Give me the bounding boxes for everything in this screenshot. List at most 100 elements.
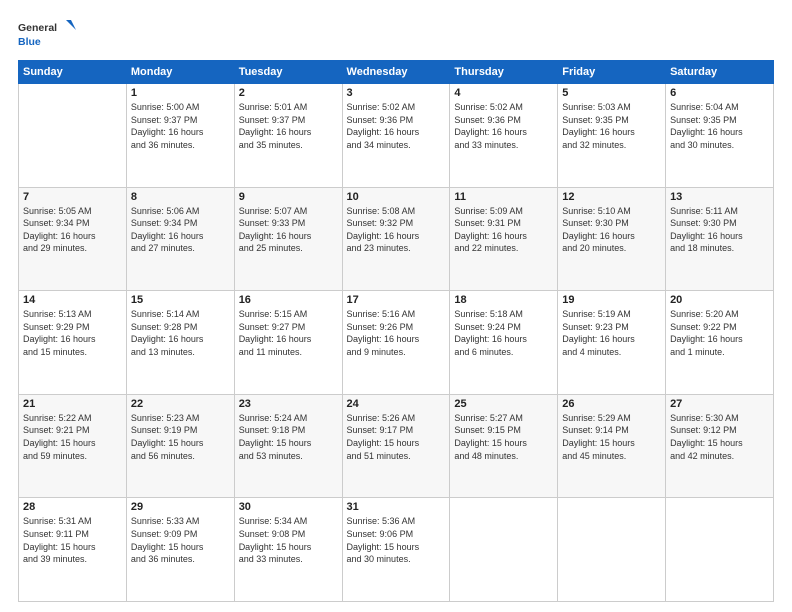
calendar-cell: 11 Sunrise: 5:09 AM Sunset: 9:31 PM Dayli… (450, 187, 558, 291)
calendar-cell: 28 Sunrise: 5:31 AM Sunset: 9:11 PM Dayli… (19, 498, 127, 602)
weekday-header: Wednesday (342, 61, 450, 84)
calendar-week-row: 28 Sunrise: 5:31 AM Sunset: 9:11 PM Dayli… (19, 498, 774, 602)
day-info: Sunrise: 5:24 AM Sunset: 9:18 PM Dayligh… (239, 412, 338, 462)
day-info: Sunrise: 5:06 AM Sunset: 9:34 PM Dayligh… (131, 205, 230, 255)
day-info: Sunrise: 5:30 AM Sunset: 9:12 PM Dayligh… (670, 412, 769, 462)
calendar-week-row: 1 Sunrise: 5:00 AM Sunset: 9:37 PM Daylig… (19, 84, 774, 188)
weekday-header: Sunday (19, 61, 127, 84)
calendar-cell: 22 Sunrise: 5:23 AM Sunset: 9:19 PM Dayli… (126, 394, 234, 498)
calendar-cell (558, 498, 666, 602)
day-number: 2 (239, 87, 338, 99)
day-number: 15 (131, 294, 230, 306)
calendar-cell: 26 Sunrise: 5:29 AM Sunset: 9:14 PM Dayli… (558, 394, 666, 498)
day-info: Sunrise: 5:33 AM Sunset: 9:09 PM Dayligh… (131, 515, 230, 565)
day-info: Sunrise: 5:29 AM Sunset: 9:14 PM Dayligh… (562, 412, 661, 462)
calendar-cell: 9 Sunrise: 5:07 AM Sunset: 9:33 PM Daylig… (234, 187, 342, 291)
day-info: Sunrise: 5:19 AM Sunset: 9:23 PM Dayligh… (562, 308, 661, 358)
logo-svg: General Blue (18, 18, 78, 50)
day-info: Sunrise: 5:11 AM Sunset: 9:30 PM Dayligh… (670, 205, 769, 255)
day-info: Sunrise: 5:08 AM Sunset: 9:32 PM Dayligh… (347, 205, 446, 255)
day-number: 17 (347, 294, 446, 306)
weekday-header-row: SundayMondayTuesdayWednesdayThursdayFrid… (19, 61, 774, 84)
day-info: Sunrise: 5:07 AM Sunset: 9:33 PM Dayligh… (239, 205, 338, 255)
calendar-cell: 7 Sunrise: 5:05 AM Sunset: 9:34 PM Daylig… (19, 187, 127, 291)
calendar-week-row: 14 Sunrise: 5:13 AM Sunset: 9:29 PM Dayli… (19, 291, 774, 395)
day-info: Sunrise: 5:22 AM Sunset: 9:21 PM Dayligh… (23, 412, 122, 462)
day-number: 13 (670, 191, 769, 203)
calendar-cell (666, 498, 774, 602)
calendar-cell: 8 Sunrise: 5:06 AM Sunset: 9:34 PM Daylig… (126, 187, 234, 291)
calendar-cell: 31 Sunrise: 5:36 AM Sunset: 9:06 PM Dayli… (342, 498, 450, 602)
day-info: Sunrise: 5:13 AM Sunset: 9:29 PM Dayligh… (23, 308, 122, 358)
calendar-cell: 13 Sunrise: 5:11 AM Sunset: 9:30 PM Dayli… (666, 187, 774, 291)
day-info: Sunrise: 5:14 AM Sunset: 9:28 PM Dayligh… (131, 308, 230, 358)
calendar-cell: 29 Sunrise: 5:33 AM Sunset: 9:09 PM Dayli… (126, 498, 234, 602)
day-number: 16 (239, 294, 338, 306)
day-info: Sunrise: 5:20 AM Sunset: 9:22 PM Dayligh… (670, 308, 769, 358)
day-info: Sunrise: 5:31 AM Sunset: 9:11 PM Dayligh… (23, 515, 122, 565)
day-number: 8 (131, 191, 230, 203)
day-info: Sunrise: 5:18 AM Sunset: 9:24 PM Dayligh… (454, 308, 553, 358)
header: General Blue (18, 18, 774, 50)
day-number: 22 (131, 398, 230, 410)
day-number: 12 (562, 191, 661, 203)
calendar-cell: 30 Sunrise: 5:34 AM Sunset: 9:08 PM Dayli… (234, 498, 342, 602)
day-number: 10 (347, 191, 446, 203)
day-info: Sunrise: 5:04 AM Sunset: 9:35 PM Dayligh… (670, 101, 769, 151)
day-number: 25 (454, 398, 553, 410)
weekday-header: Tuesday (234, 61, 342, 84)
day-number: 29 (131, 501, 230, 513)
calendar-cell: 19 Sunrise: 5:19 AM Sunset: 9:23 PM Dayli… (558, 291, 666, 395)
calendar-cell: 18 Sunrise: 5:18 AM Sunset: 9:24 PM Dayli… (450, 291, 558, 395)
day-number: 21 (23, 398, 122, 410)
calendar-week-row: 21 Sunrise: 5:22 AM Sunset: 9:21 PM Dayli… (19, 394, 774, 498)
day-number: 11 (454, 191, 553, 203)
day-info: Sunrise: 5:16 AM Sunset: 9:26 PM Dayligh… (347, 308, 446, 358)
day-number: 27 (670, 398, 769, 410)
calendar-cell: 23 Sunrise: 5:24 AM Sunset: 9:18 PM Dayli… (234, 394, 342, 498)
day-number: 30 (239, 501, 338, 513)
day-number: 1 (131, 87, 230, 99)
day-number: 19 (562, 294, 661, 306)
calendar-cell: 6 Sunrise: 5:04 AM Sunset: 9:35 PM Daylig… (666, 84, 774, 188)
day-number: 9 (239, 191, 338, 203)
day-number: 6 (670, 87, 769, 99)
calendar-cell: 2 Sunrise: 5:01 AM Sunset: 9:37 PM Daylig… (234, 84, 342, 188)
day-info: Sunrise: 5:02 AM Sunset: 9:36 PM Dayligh… (454, 101, 553, 151)
calendar-week-row: 7 Sunrise: 5:05 AM Sunset: 9:34 PM Daylig… (19, 187, 774, 291)
calendar-cell: 1 Sunrise: 5:00 AM Sunset: 9:37 PM Daylig… (126, 84, 234, 188)
day-number: 18 (454, 294, 553, 306)
day-number: 14 (23, 294, 122, 306)
day-number: 7 (23, 191, 122, 203)
day-info: Sunrise: 5:09 AM Sunset: 9:31 PM Dayligh… (454, 205, 553, 255)
logo: General Blue (18, 18, 78, 50)
day-number: 3 (347, 87, 446, 99)
weekday-header: Friday (558, 61, 666, 84)
day-info: Sunrise: 5:23 AM Sunset: 9:19 PM Dayligh… (131, 412, 230, 462)
weekday-header: Monday (126, 61, 234, 84)
calendar-cell: 25Sunrise: 5:27 AM Sunset: 9:15 PM Dayli… (450, 394, 558, 498)
weekday-header: Thursday (450, 61, 558, 84)
day-info: Sunrise: 5:34 AM Sunset: 9:08 PM Dayligh… (239, 515, 338, 565)
svg-text:Blue: Blue (18, 36, 41, 48)
day-number: 23 (239, 398, 338, 410)
day-info: Sunrise: 5:26 AM Sunset: 9:17 PM Dayligh… (347, 412, 446, 462)
calendar-cell: 24Sunrise: 5:26 AM Sunset: 9:17 PM Dayli… (342, 394, 450, 498)
calendar-cell: 10 Sunrise: 5:08 AM Sunset: 9:32 PM Dayli… (342, 187, 450, 291)
day-info: Sunrise: 5:01 AM Sunset: 9:37 PM Dayligh… (239, 101, 338, 151)
day-number: 26 (562, 398, 661, 410)
day-info: Sunrise: 5:02 AM Sunset: 9:36 PM Dayligh… (347, 101, 446, 151)
calendar-cell: 20Sunrise: 5:20 AM Sunset: 9:22 PM Dayli… (666, 291, 774, 395)
calendar-table: SundayMondayTuesdayWednesdayThursdayFrid… (18, 60, 774, 602)
day-number: 4 (454, 87, 553, 99)
day-info: Sunrise: 5:36 AM Sunset: 9:06 PM Dayligh… (347, 515, 446, 565)
calendar-cell: 12Sunrise: 5:10 AM Sunset: 9:30 PM Dayli… (558, 187, 666, 291)
day-info: Sunrise: 5:05 AM Sunset: 9:34 PM Dayligh… (23, 205, 122, 255)
calendar-cell: 27 Sunrise: 5:30 AM Sunset: 9:12 PM Dayli… (666, 394, 774, 498)
day-number: 28 (23, 501, 122, 513)
calendar-cell: 4 Sunrise: 5:02 AM Sunset: 9:36 PM Daylig… (450, 84, 558, 188)
calendar-cell (450, 498, 558, 602)
calendar-cell: 5Sunrise: 5:03 AM Sunset: 9:35 PM Daylig… (558, 84, 666, 188)
day-info: Sunrise: 5:00 AM Sunset: 9:37 PM Dayligh… (131, 101, 230, 151)
day-number: 31 (347, 501, 446, 513)
